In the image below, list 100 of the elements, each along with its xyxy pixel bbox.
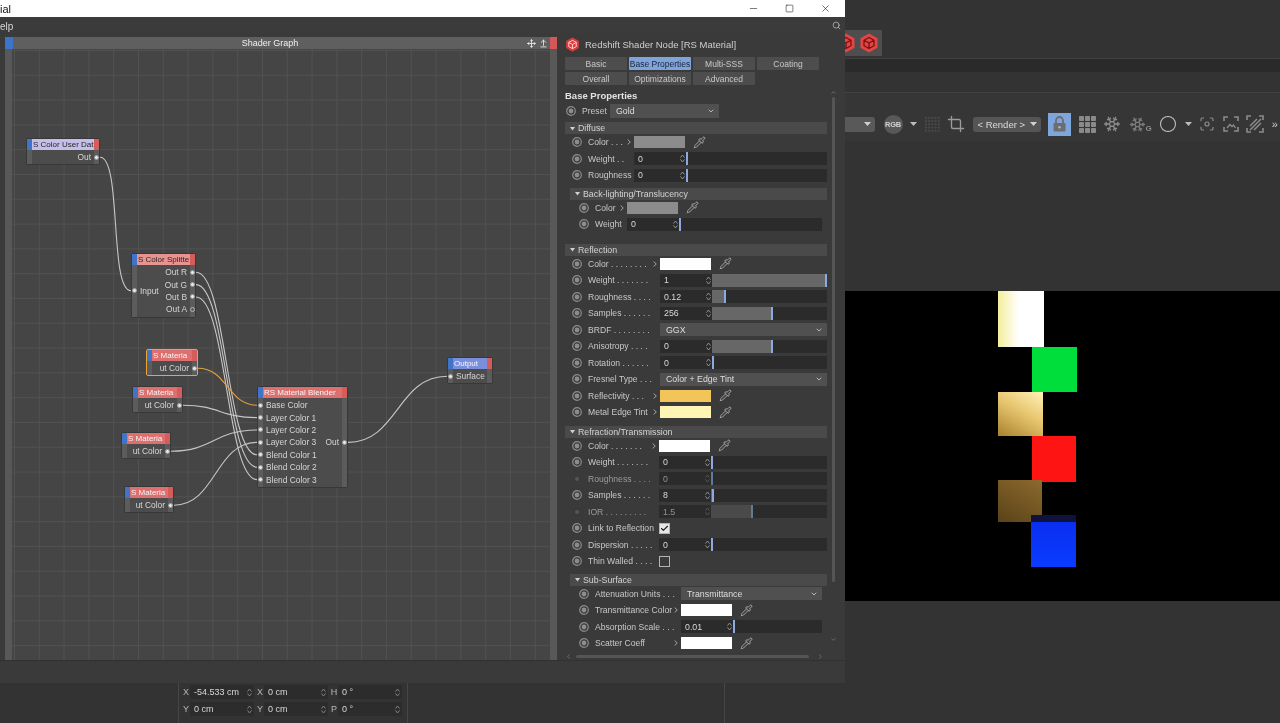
socket-icon[interactable]	[190, 282, 195, 288]
ring-icon[interactable]	[572, 523, 582, 534]
color-swatch-icon[interactable]	[627, 201, 678, 214]
number-field[interactable]: 0.12	[660, 290, 712, 304]
chevron-icon[interactable]	[652, 442, 656, 449]
ring-icon[interactable]	[579, 605, 589, 616]
spinner-icon[interactable]	[247, 704, 252, 714]
eyedropper-icon[interactable]	[719, 405, 732, 419]
spinner-icon[interactable]	[727, 622, 732, 632]
caret-icon[interactable]	[575, 577, 580, 582]
slider-thumb[interactable]	[770, 339, 773, 353]
snowflake-button[interactable]: G	[1128, 115, 1152, 133]
shader-node[interactable]: S Materia ut Color	[132, 386, 183, 414]
chevron-icon[interactable]	[674, 640, 678, 647]
number-field[interactable]: 0	[634, 152, 686, 166]
frame-icon[interactable]	[1222, 116, 1239, 132]
snowflake-icon[interactable]	[1103, 115, 1121, 133]
color-swatch-icon[interactable]	[660, 406, 711, 419]
socket-icon[interactable]	[190, 269, 195, 275]
ring-icon[interactable]	[572, 170, 582, 181]
socket-icon[interactable]	[258, 477, 263, 483]
shader-node[interactable]: S Materia ut Color	[121, 432, 171, 460]
arrow-up-icon[interactable]	[539, 38, 548, 48]
ring-icon[interactable]	[572, 457, 582, 468]
ring-icon[interactable]	[572, 137, 582, 148]
ring-icon[interactable]	[572, 539, 582, 550]
ring-icon[interactable]	[579, 202, 589, 213]
ring-icon[interactable]	[572, 291, 582, 302]
coordinate-field[interactable]: 0 cm	[264, 685, 328, 699]
coordinate-field[interactable]: 0 cm	[190, 702, 254, 716]
socket-icon[interactable]	[94, 154, 99, 160]
socket-icon[interactable]	[168, 502, 173, 508]
number-field[interactable]: 8	[659, 488, 711, 502]
eyedropper-icon[interactable]	[719, 389, 732, 403]
caret-icon[interactable]	[1029, 122, 1037, 126]
eyedropper-icon[interactable]	[718, 439, 731, 453]
snowflake-icon[interactable]	[1128, 115, 1146, 133]
number-field[interactable]: 1	[660, 273, 712, 287]
spinner-icon[interactable]	[680, 154, 685, 164]
dropdown[interactable]: Color + Edge Tint	[660, 372, 827, 386]
ring-icon[interactable]	[572, 324, 582, 335]
chevron-icon[interactable]	[620, 204, 624, 211]
checkbox[interactable]	[659, 522, 670, 534]
dropdown[interactable]: Gold	[610, 103, 719, 118]
hatch-icon[interactable]	[1246, 115, 1265, 133]
section-header[interactable]: Refraction/Transmission	[565, 425, 827, 438]
maximize-icon[interactable]	[785, 4, 794, 13]
ring-icon[interactable]	[572, 556, 582, 567]
ring-icon[interactable]	[579, 621, 589, 632]
spinner-icon[interactable]	[395, 687, 400, 697]
number-field[interactable]: 256	[660, 306, 712, 320]
dropdown[interactable]: < Render >	[972, 116, 1041, 132]
chevron-icon[interactable]	[674, 607, 678, 614]
number-field[interactable]: 0	[659, 538, 711, 552]
socket-icon[interactable]	[177, 402, 182, 408]
coordinate-field[interactable]: 0 °	[338, 702, 402, 716]
ring-icon[interactable]	[579, 638, 589, 649]
tab[interactable]: Base Properties	[629, 57, 691, 70]
ring-icon[interactable]	[566, 105, 576, 116]
shader-node[interactable]: S Materia ut Color	[124, 486, 174, 514]
focus-icon[interactable]	[1199, 116, 1216, 132]
slider-thumb[interactable]	[724, 290, 727, 304]
spinner-icon[interactable]	[395, 704, 400, 714]
chevron-icon[interactable]	[653, 392, 657, 399]
caret-icon[interactable]	[864, 122, 871, 126]
color-swatch-icon[interactable]	[659, 439, 710, 452]
crop-icon[interactable]	[947, 115, 965, 133]
caret-icon[interactable]	[575, 191, 580, 196]
tab[interactable]: Optimizations	[629, 72, 691, 85]
caret-icon[interactable]	[570, 429, 575, 434]
socket-icon[interactable]	[258, 427, 263, 433]
number-field[interactable]: 0	[660, 356, 712, 370]
color-swatch-icon[interactable]	[660, 389, 711, 402]
socket-icon[interactable]	[192, 365, 197, 371]
dropdown[interactable]: Transmittance	[681, 587, 822, 601]
caret-icon[interactable]	[570, 125, 575, 131]
tab[interactable]: Advanced	[693, 72, 755, 85]
socket-icon[interactable]	[258, 439, 263, 445]
eyedropper-icon[interactable]	[740, 603, 753, 617]
ring-icon[interactable]	[572, 407, 582, 418]
socket-icon[interactable]	[342, 439, 347, 445]
ring-icon[interactable]	[579, 219, 589, 230]
shader-node[interactable]: Output Surface	[447, 357, 493, 385]
color-swatch-icon[interactable]	[660, 257, 711, 270]
section-header[interactable]: Reflection	[565, 243, 827, 256]
ring-icon[interactable]	[579, 588, 589, 599]
eyedropper-icon[interactable]	[693, 135, 706, 149]
spinner-icon[interactable]	[321, 687, 326, 697]
socket-icon[interactable]	[258, 415, 263, 421]
slider-thumb[interactable]	[770, 306, 773, 320]
eyedropper-icon[interactable]	[740, 636, 753, 650]
ring-icon[interactable]	[572, 275, 582, 286]
chevron-icon[interactable]	[653, 409, 657, 416]
search-icon[interactable]	[832, 20, 841, 30]
grid-icon[interactable]	[1078, 115, 1096, 133]
caret-icon[interactable]	[1184, 122, 1192, 126]
spinner-icon[interactable]	[706, 275, 711, 285]
tab[interactable]: Multi-SSS	[693, 57, 755, 70]
ring-icon[interactable]	[572, 390, 582, 401]
spinner-icon[interactable]	[706, 341, 711, 351]
